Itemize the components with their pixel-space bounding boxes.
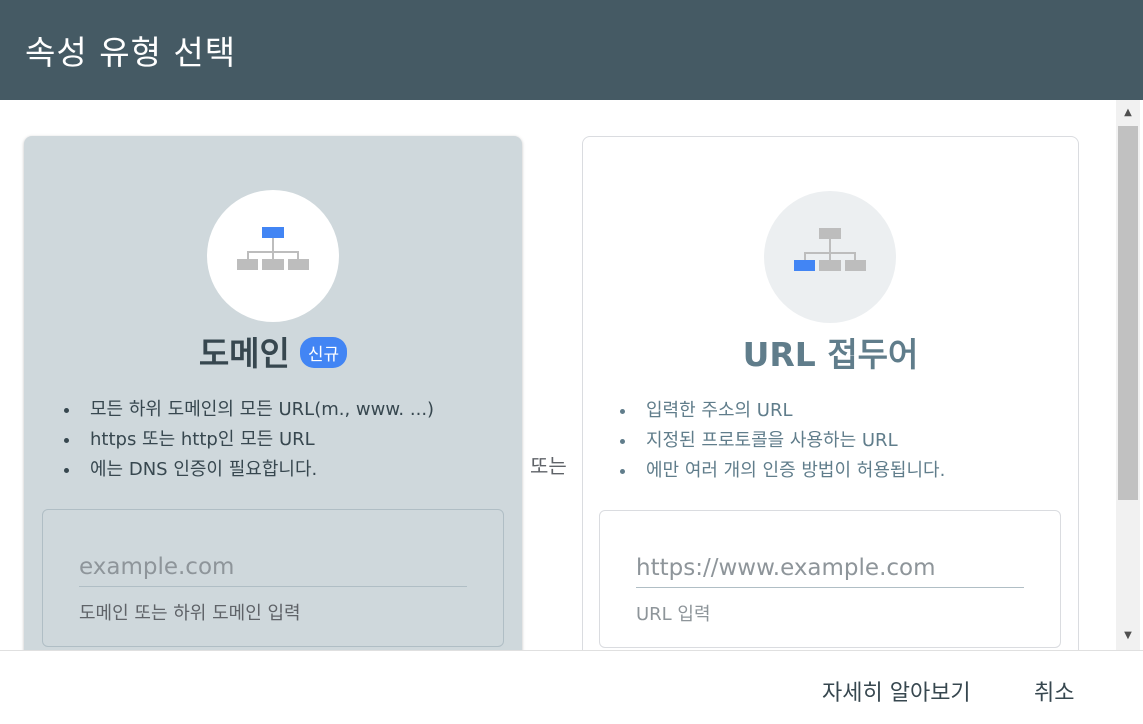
- domain-input-help: 도메인 또는 하위 도메인 입력: [79, 603, 301, 624]
- vertical-scrollbar[interactable]: ▲ ▼: [1116, 100, 1140, 650]
- dialog-footer: 자세히 알아보기 취소: [0, 650, 1143, 724]
- cancel-button[interactable]: 취소: [1034, 675, 1074, 707]
- scroll-down-arrow-icon[interactable]: ▼: [1116, 626, 1140, 646]
- learn-more-button[interactable]: 자세히 알아보기: [822, 675, 971, 707]
- dialog-title: 속성 유형 선택: [25, 33, 237, 72]
- list-item: 지정된 프로토콜을 사용하는 URL: [620, 426, 945, 456]
- url-card-title: URL 접두어: [742, 335, 919, 374]
- list-item: https 또는 http인 모든 URL: [64, 425, 434, 455]
- scroll-thumb[interactable]: [1118, 126, 1138, 500]
- list-item: 에만 여러 개의 인증 방법이 허용됩니다.: [620, 456, 945, 486]
- url-icon-circle: [764, 191, 896, 323]
- domain-title-text: 도메인: [198, 334, 290, 373]
- domain-input-box: 도메인 또는 하위 도메인 입력: [42, 509, 504, 647]
- dialog-content: 도메인 신규 모든 하위 도메인의 모든 URL(m., www. ...) ht…: [0, 100, 1116, 650]
- url-input[interactable]: [636, 549, 1024, 588]
- url-input-box: URL 입력: [599, 510, 1061, 648]
- domain-input[interactable]: [79, 548, 467, 587]
- new-badge: 신규: [299, 337, 348, 368]
- url-feature-list: 입력한 주소의 URL 지정된 프로토콜을 사용하는 URL 에만 여러 개의 …: [620, 396, 945, 486]
- domain-feature-list: 모든 하위 도메인의 모든 URL(m., www. ...) https 또는…: [64, 395, 434, 485]
- or-label: 또는: [530, 454, 567, 478]
- list-item: 모든 하위 도메인의 모든 URL(m., www. ...): [64, 395, 434, 425]
- sitemap-icon: [794, 228, 866, 271]
- list-item: 입력한 주소의 URL: [620, 396, 945, 426]
- domain-icon-circle: [207, 190, 339, 322]
- sitemap-icon: [237, 227, 309, 270]
- url-prefix-property-card[interactable]: URL 접두어 입력한 주소의 URL 지정된 프로토콜을 사용하는 URL 에…: [582, 136, 1079, 650]
- scroll-up-arrow-icon[interactable]: ▲: [1116, 103, 1140, 123]
- domain-property-card[interactable]: 도메인 신규 모든 하위 도메인의 모든 URL(m., www. ...) ht…: [24, 136, 522, 650]
- dialog-header: 속성 유형 선택: [0, 0, 1143, 100]
- url-input-help: URL 입력: [636, 604, 711, 625]
- domain-card-title: 도메인 신규: [24, 327, 522, 375]
- list-item: 에는 DNS 인증이 필요합니다.: [64, 455, 434, 485]
